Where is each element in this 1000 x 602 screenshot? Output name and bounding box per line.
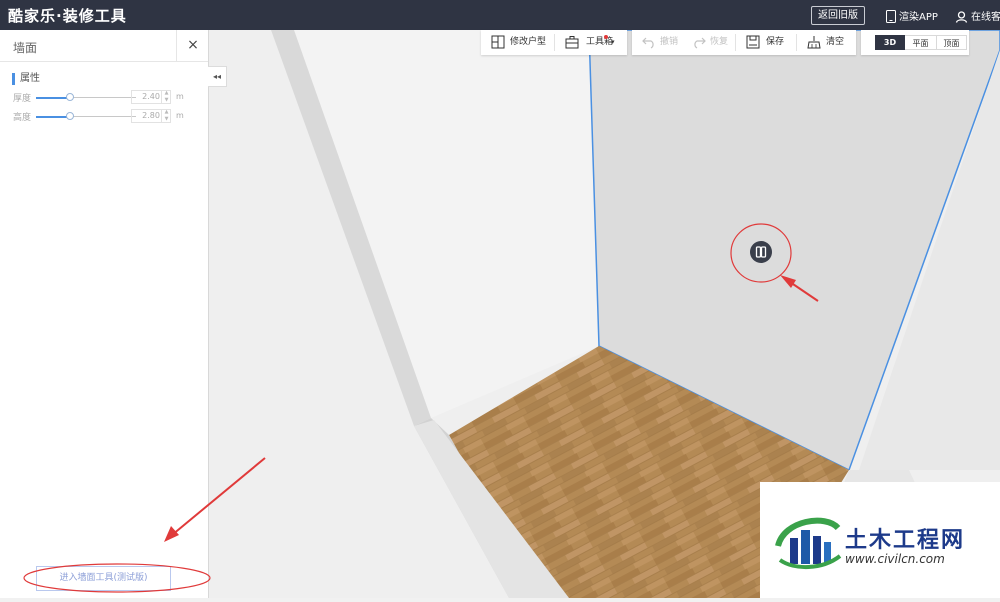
headset-icon (955, 11, 968, 23)
watermark-url: www.civilcn.com (845, 552, 945, 566)
height-slider[interactable] (36, 112, 136, 120)
height-slider-fill (36, 115, 70, 118)
toolbar-edit-group: 撤销 恢复 保存 清空 (632, 30, 856, 55)
toolbox-label: 工具箱 (586, 37, 614, 47)
prop-row-height: 高度 2.80 ▲ ▼ m (13, 109, 193, 124)
render-app-link[interactable]: 渲染APP (886, 8, 938, 23)
clear-label: 清空 (826, 37, 845, 47)
watermark-title: 土木工程网 (845, 528, 966, 553)
view-mode-group: 3D 平面 顶面 (861, 30, 969, 55)
floorplan-icon (491, 35, 505, 49)
top-bar: 酷家乐·装修工具 返回旧版 渲染APP 在线客 (0, 0, 1000, 30)
properties-section-title: 属性 (12, 73, 40, 85)
thickness-slider-fill (36, 96, 70, 99)
save-button[interactable]: 保存 (736, 30, 796, 55)
chevron-down-icon: ▾ (611, 38, 615, 46)
return-old-version-button[interactable]: 返回旧版 (811, 6, 865, 25)
redo-icon (694, 37, 706, 49)
undo-label: 撤销 (660, 37, 679, 47)
view-ceiling-button[interactable]: 顶面 (937, 35, 967, 50)
close-icon[interactable]: × (176, 30, 209, 61)
undo-icon (642, 37, 654, 49)
undo-button[interactable]: 撤销 (632, 30, 682, 55)
app-logo: 酷家乐·装修工具 (8, 7, 127, 25)
toolbox-badge-dot (604, 35, 608, 39)
clear-button[interactable]: 清空 (797, 30, 856, 55)
enter-wall-tool-button[interactable]: 进入墙面工具(测试版) (36, 566, 171, 591)
civilcn-logo (775, 517, 842, 570)
redo-label: 恢复 (710, 37, 729, 47)
thickness-label: 厚度 (13, 94, 32, 104)
render-app-label: 渲染APP (899, 12, 938, 23)
prop-row-thickness: 厚度 2.40 ▲ ▼ m (13, 90, 193, 105)
thickness-slider-handle[interactable] (66, 93, 74, 101)
property-panel: 墙面 × 属性 厚度 2.40 ▲ ▼ m 高度 2.80 ▲ ▼ m 进入墙面工具… (0, 30, 209, 598)
thickness-unit: m (176, 92, 184, 101)
view-3d-button[interactable]: 3D (875, 35, 905, 50)
save-label: 保存 (766, 37, 785, 47)
tablet-icon (886, 10, 896, 23)
customer-service-link[interactable]: 在线客 (955, 8, 1000, 23)
wall-panel-icon (755, 246, 767, 258)
broom-icon (807, 36, 821, 49)
collapse-panel-button[interactable]: ◂◂ (208, 66, 227, 87)
height-slider-handle[interactable] (66, 112, 74, 120)
toolbox-button[interactable]: 工具箱 ▾ (555, 30, 627, 55)
modify-layout-button[interactable]: 修改户型 (481, 30, 553, 55)
thickness-slider[interactable] (36, 93, 136, 101)
customer-service-label: 在线客 (971, 12, 1000, 23)
height-unit: m (176, 111, 184, 120)
thickness-stepper[interactable]: ▲ ▼ (161, 90, 171, 104)
redo-button[interactable]: 恢复 (682, 30, 734, 55)
save-icon (746, 35, 760, 49)
modify-layout-label: 修改户型 (510, 37, 547, 47)
toolbar-layout-group: 修改户型 工具箱 ▾ (481, 30, 627, 55)
height-stepper[interactable]: ▲ ▼ (161, 109, 171, 123)
panel-header: 墙面 × (0, 30, 208, 62)
wall-tool-hotspot[interactable] (750, 241, 772, 263)
toolbox-icon (565, 36, 579, 49)
site-watermark: 土木工程网 www.civilcn.com (760, 482, 1000, 598)
panel-title: 墙面 (13, 41, 38, 55)
height-label: 高度 (13, 113, 32, 123)
view-plan-button[interactable]: 平面 (905, 35, 937, 50)
